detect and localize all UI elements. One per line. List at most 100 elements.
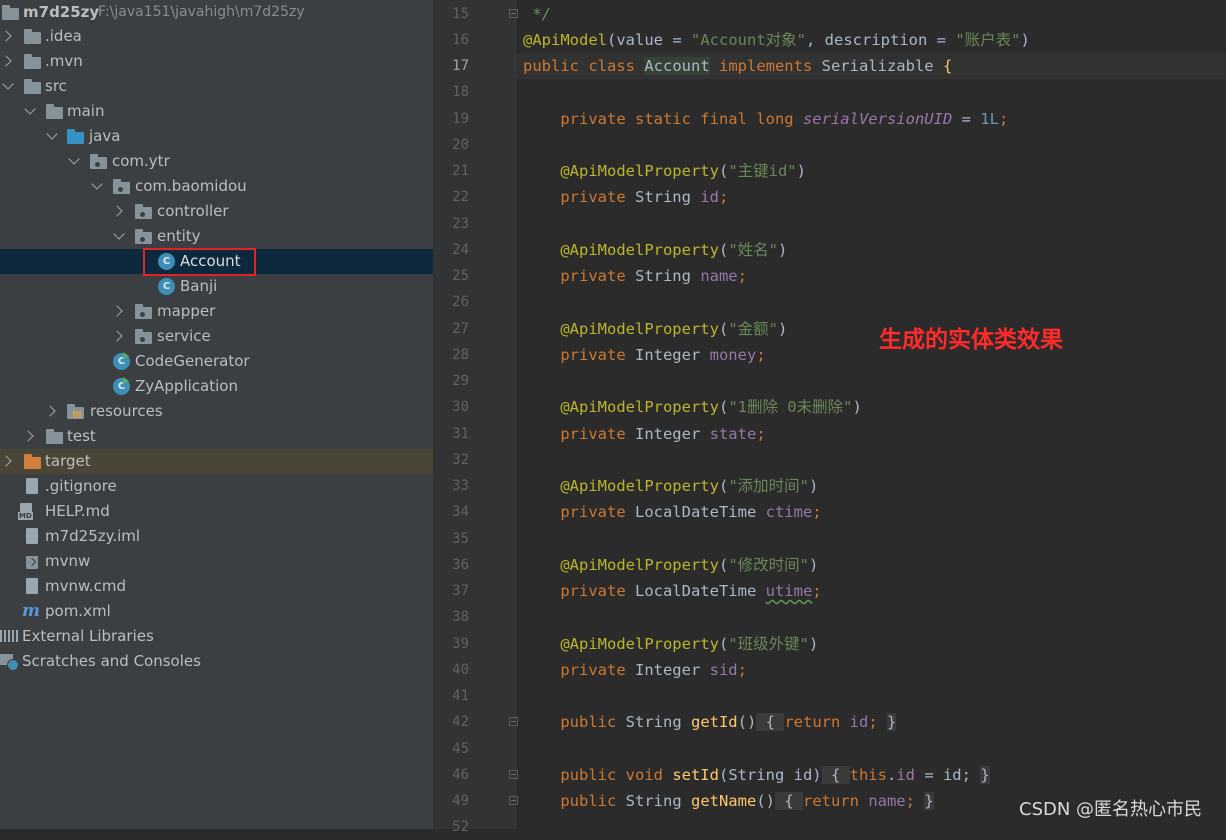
line-number: 23 <box>452 216 469 232</box>
chevron-right-icon[interactable] <box>46 399 58 424</box>
package-icon <box>135 324 152 349</box>
chevron-down-icon[interactable] <box>2 74 14 99</box>
tree-item-help-md[interactable]: MD HELP.md <box>0 499 433 524</box>
chevron-right-icon[interactable] <box>2 49 14 74</box>
excluded-folder-icon <box>24 449 41 474</box>
cmd-file-icon <box>24 574 40 599</box>
project-folder-icon <box>2 0 19 25</box>
code-line-46: public void setId(String id) { this.id =… <box>523 766 990 784</box>
code-line-31: private Integer state; <box>523 425 766 443</box>
fold-marker-icon[interactable] <box>509 717 518 726</box>
tree-item-label: CodeGenerator <box>135 352 250 370</box>
tree-item-entity[interactable]: entity <box>0 224 433 249</box>
tree-item-scratches[interactable]: Scratches and Consoles <box>0 649 433 674</box>
folder-icon <box>24 49 41 74</box>
code-line-21: @ApiModelProperty("主键id") <box>523 162 806 180</box>
chevron-right-icon[interactable] <box>24 424 36 449</box>
chevron-down-icon[interactable] <box>24 99 36 124</box>
line-number: 31 <box>452 426 469 442</box>
line-number: 28 <box>452 347 469 363</box>
chevron-down-icon[interactable] <box>68 149 80 174</box>
tree-item-label: External Libraries <box>22 627 154 645</box>
tree-item-resources[interactable]: resources <box>0 399 433 424</box>
package-icon <box>113 174 130 199</box>
code-line-42: public String getId() { return id; } <box>523 713 897 731</box>
code-line-22: private String id; <box>523 188 729 206</box>
module-file-icon <box>24 524 40 549</box>
tree-item-label: mvnw.cmd <box>45 577 127 595</box>
project-name: m7d25zy <box>23 3 100 21</box>
line-number: 49 <box>452 793 469 809</box>
code-line-16: @ApiModel(value = "Account对象", descripti… <box>523 31 1030 49</box>
chevron-right-icon[interactable] <box>2 24 14 49</box>
tree-item-label: src <box>45 77 67 95</box>
line-number: 24 <box>452 242 469 258</box>
package-icon <box>135 299 152 324</box>
runnable-class-icon: C <box>113 349 131 374</box>
tree-item-com-baomidou[interactable]: com.baomidou <box>0 174 433 199</box>
tree-root-project[interactable]: m7d25zy F:\java151\javahigh\m7d25zy <box>0 0 433 25</box>
tree-item-mapper[interactable]: mapper <box>0 299 433 324</box>
tree-item-label: mvnw <box>45 552 91 570</box>
chevron-right-icon[interactable] <box>113 324 125 349</box>
tree-item-banji[interactable]: C Banji <box>0 274 433 299</box>
tree-item-label: m7d25zy.iml <box>45 527 141 545</box>
tree-item-controller[interactable]: controller <box>0 199 433 224</box>
fold-marker-icon[interactable] <box>509 770 518 779</box>
tree-item-label: com.ytr <box>112 152 170 170</box>
line-number: 18 <box>452 84 469 100</box>
tree-item-external-libraries[interactable]: External Libraries <box>0 624 433 649</box>
tree-item-service[interactable]: service <box>0 324 433 349</box>
tree-item-src[interactable]: src <box>0 74 433 99</box>
fold-marker-icon[interactable] <box>509 796 518 805</box>
tree-item-label: java <box>89 127 121 145</box>
chevron-right-icon[interactable] <box>113 199 125 224</box>
line-number: 21 <box>452 163 469 179</box>
tree-item-java[interactable]: java <box>0 124 433 149</box>
shell-script-icon <box>24 549 40 574</box>
line-number: 46 <box>452 767 469 783</box>
line-number: 45 <box>452 741 469 757</box>
line-number: 22 <box>452 189 469 205</box>
tree-item-test[interactable]: test <box>0 424 433 449</box>
line-number: 37 <box>452 583 469 599</box>
tree-item-label: .idea <box>45 27 82 45</box>
tree-item-idea[interactable]: .idea <box>0 24 433 49</box>
folder-icon <box>24 24 41 49</box>
code-line-39: @ApiModelProperty("班级外键") <box>523 635 819 653</box>
code-line-24: @ApiModelProperty("姓名") <box>523 241 788 259</box>
tree-item-mvn[interactable]: .mvn <box>0 49 433 74</box>
tree-item-com-ytr[interactable]: com.ytr <box>0 149 433 174</box>
code-line-15: */ <box>523 5 551 23</box>
tree-item-label: .mvn <box>45 52 83 70</box>
tree-item-iml[interactable]: m7d25zy.iml <box>0 524 433 549</box>
chevron-down-icon[interactable] <box>46 124 58 149</box>
tree-item-label: service <box>157 327 211 345</box>
project-path: F:\java151\javahigh\m7d25zy <box>98 4 305 20</box>
tree-item-label: Banji <box>180 277 218 295</box>
chevron-right-icon[interactable] <box>113 299 125 324</box>
tree-item-mvnw-cmd[interactable]: mvnw.cmd <box>0 574 433 599</box>
tree-item-label: resources <box>90 402 163 420</box>
line-number: 17 <box>452 58 469 74</box>
line-number: 39 <box>452 636 469 652</box>
fold-marker-icon[interactable] <box>509 9 518 18</box>
tree-item-label: entity <box>157 227 201 245</box>
chevron-right-icon[interactable] <box>2 449 14 474</box>
tree-item-codegenerator[interactable]: C CodeGenerator <box>0 349 433 374</box>
tree-item-target[interactable]: target <box>0 449 433 474</box>
line-number: 32 <box>452 452 469 468</box>
chevron-down-icon[interactable] <box>91 174 103 199</box>
tree-item-main[interactable]: main <box>0 99 433 124</box>
tree-item-zyapplication[interactable]: C ZyApplication <box>0 374 433 399</box>
tree-item-mvnw[interactable]: mvnw <box>0 549 433 574</box>
line-number: 40 <box>452 662 469 678</box>
line-number: 33 <box>452 478 469 494</box>
line-number: 20 <box>452 137 469 153</box>
code-line-28: private Integer money; <box>523 346 766 364</box>
package-icon <box>135 224 152 249</box>
chevron-down-icon[interactable] <box>113 224 125 249</box>
tree-item-gitignore[interactable]: .gitignore <box>0 474 433 499</box>
line-number: 34 <box>452 504 469 520</box>
tree-item-pom-xml[interactable]: m pom.xml <box>0 599 433 624</box>
